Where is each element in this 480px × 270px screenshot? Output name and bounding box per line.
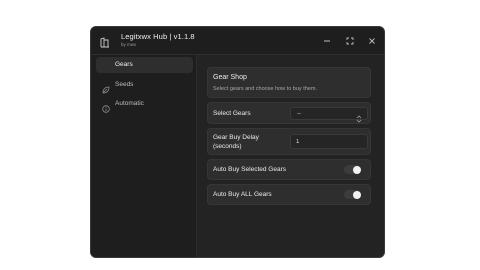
app-window: Legitxwx Hub | v1.1.8 by mwx Gears Seeds… <box>90 26 385 258</box>
select-gears-row: Select Gears -- <box>207 102 371 124</box>
toggle-knob <box>353 165 361 174</box>
auto-buy-all-toggle[interactable] <box>344 190 361 199</box>
buy-delay-input[interactable] <box>290 134 368 149</box>
sidebar-item-seeds[interactable]: Seeds <box>96 77 193 94</box>
info-icon <box>102 100 110 113</box>
app-subtitle: by mwx <box>121 42 137 47</box>
close-icon[interactable] <box>367 36 377 46</box>
sidebar: Gears Seeds Automatic <box>91 55 197 257</box>
minimize-icon[interactable] <box>322 36 332 46</box>
sidebar-item-automatic[interactable]: Automatic <box>96 96 193 113</box>
app-logo-icon <box>100 35 110 48</box>
sidebar-item-label: Seeds <box>115 81 134 88</box>
sidebar-item-gears[interactable]: Gears <box>96 57 193 73</box>
section-description: Select gears and choose how to buy them. <box>213 86 317 92</box>
sidebar-item-label: Gears <box>115 61 133 68</box>
buy-delay-label: Gear Buy Delay <box>213 134 259 141</box>
chevron-up-down-icon <box>356 110 362 123</box>
auto-buy-all-label: Auto Buy ALL Gears <box>213 191 272 198</box>
toggle-knob <box>353 190 361 199</box>
gear-shop-header: Gear Shop Select gears and choose how to… <box>207 67 371 98</box>
select-gears-label: Select Gears <box>213 110 251 117</box>
app-title: Legitxwx Hub | v1.1.8 <box>121 32 195 41</box>
leaf-icon <box>102 81 110 94</box>
auto-buy-all-row: Auto Buy ALL Gears <box>207 184 371 205</box>
main-content: Gear Shop Select gears and choose how to… <box>197 55 384 257</box>
maximize-icon[interactable] <box>345 36 355 46</box>
sidebar-item-label: Automatic <box>115 100 144 107</box>
auto-buy-selected-toggle[interactable] <box>344 165 361 174</box>
title-bar[interactable]: Legitxwx Hub | v1.1.8 by mwx <box>91 27 384 55</box>
select-gears-dropdown[interactable]: -- <box>290 107 368 123</box>
auto-buy-selected-label: Auto Buy Selected Gears <box>213 166 286 173</box>
select-gears-value: -- <box>297 111 301 117</box>
buy-delay-row: Gear Buy Delay (seconds) <box>207 128 371 155</box>
buy-delay-unit-label: (seconds) <box>213 143 242 150</box>
auto-buy-selected-row: Auto Buy Selected Gears <box>207 159 371 180</box>
section-title: Gear Shop <box>213 74 247 81</box>
